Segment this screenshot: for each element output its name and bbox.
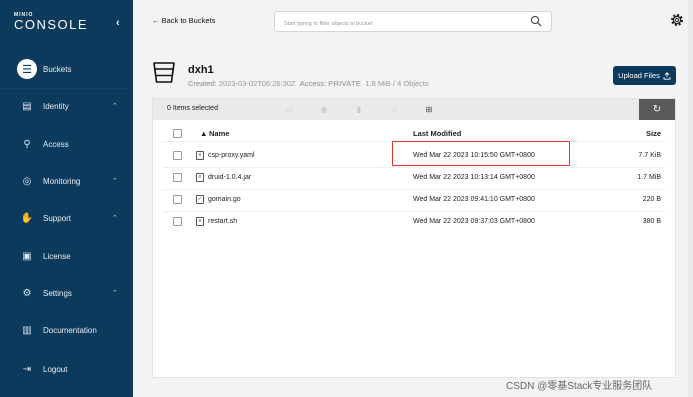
table-row[interactable]: ≡ druid-1.0.4.jar Wed Mar 22 2023 10:13:… — [153, 167, 675, 189]
sidebar-item-label: License — [43, 251, 71, 261]
bucket-icon: ☰ — [17, 59, 37, 79]
table-row[interactable]: ≡ restart.sh Wed Mar 22 2023 09:37:03 GM… — [153, 211, 675, 233]
file-last-modified: Wed Mar 22 2023 09:37:03 GMT+0800 — [413, 218, 535, 225]
sidebar-item-support[interactable]: ✋ Support ⌃ — [0, 203, 133, 233]
bucket-name: dxh1 — [188, 64, 214, 76]
row-checkbox[interactable] — [173, 217, 182, 226]
bucket-meta: Created: 2023-03-02T06:26:30Z Access: PR… — [188, 79, 429, 88]
sidebar-item-settings[interactable]: ⚙ Settings ⌃ — [0, 278, 133, 308]
access-label: Access: — [299, 79, 327, 88]
created-label: Created: — [188, 79, 217, 88]
logo-console-text: CONSOLE — [14, 17, 89, 32]
chevron-up-icon: ⌃ — [112, 178, 118, 185]
sidebar-item-documentation[interactable]: ▥ Documentation — [0, 315, 133, 345]
sidebar-item-buckets[interactable]: ☰ Buckets — [0, 54, 133, 84]
file-name: restart.sh — [208, 218, 238, 225]
preview-icon[interactable]: ◉ — [318, 103, 330, 115]
collapse-sidebar-icon[interactable]: ‹ — [116, 17, 120, 29]
file-name: gomain.go — [208, 196, 241, 203]
search-icon[interactable] — [530, 15, 542, 27]
file-icon: ≡ — [196, 217, 204, 226]
selected-count: 0 Items selected — [167, 105, 218, 112]
minio-console-logo[interactable]: MINIO CONSOLE — [14, 12, 88, 32]
versions-icon[interactable]: ◇ — [389, 103, 401, 115]
file-icon: ≡ — [196, 151, 204, 160]
object-search-box — [274, 11, 552, 34]
upload-files-label: Upload Files — [618, 71, 660, 80]
column-header-size[interactable]: Size — [646, 129, 661, 138]
chevron-up-icon: ⌃ — [112, 215, 118, 222]
row-checkbox[interactable] — [173, 195, 182, 204]
back-to-buckets-link[interactable]: ← Back to Buckets — [152, 16, 215, 25]
file-last-modified: Wed Mar 22 2023 10:13:14 GMT+0800 — [413, 174, 535, 181]
settings-icon: ⚙ — [22, 287, 32, 299]
row-checkbox[interactable] — [173, 173, 182, 182]
sidebar-item-license[interactable]: ▣ License — [0, 241, 133, 271]
file-name: csp-proxy.yaml — [208, 152, 255, 159]
bucket-icon — [153, 62, 175, 83]
file-size: 7.7 KiB — [638, 152, 661, 159]
identity-icon: ▤ — [22, 100, 32, 112]
access-icon: ⚲ — [23, 138, 31, 150]
objects-toolbar: 0 Items selected ⫶ ▭ ◉ ▮ ◇ ⊞ ↻ — [153, 99, 675, 120]
sidebar-item-label: Logout — [43, 364, 68, 374]
bucket-summary: 1.8 MiB / 4 Objects — [365, 79, 429, 88]
gear-icon[interactable] — [669, 12, 685, 28]
sidebar-item-label: Support — [43, 213, 72, 223]
column-header-last-modified[interactable]: Last Modified — [413, 129, 461, 138]
table-row[interactable]: ✓ gomain.go Wed Mar 22 2023 09:41:10 GMT… — [153, 189, 675, 211]
upload-icon — [663, 71, 671, 80]
file-name: druid-1.0.4.jar — [208, 174, 252, 181]
file-size: 220 B — [642, 196, 661, 203]
sidebar-item-monitoring[interactable]: ◎ Monitoring ⌃ — [0, 166, 133, 196]
license-icon: ▣ — [22, 250, 32, 262]
column-header-name[interactable]: Name — [209, 129, 229, 138]
access-value: PRIVATE — [328, 79, 362, 88]
file-icon: ✓ — [196, 195, 204, 204]
sidebar-item-logout[interactable]: ⇥ Logout — [0, 354, 133, 384]
support-icon: ✋ — [20, 212, 34, 224]
created-value: 2023-03-02T06:26:30Z — [218, 79, 296, 88]
select-all-checkbox[interactable] — [173, 129, 182, 138]
file-size: 380 B — [642, 218, 661, 225]
sort-asc-icon[interactable]: ▲ — [200, 129, 207, 138]
chevron-up-icon: ⌃ — [112, 103, 118, 110]
sidebar-divider — [0, 88, 133, 89]
upload-files-button[interactable]: Upload Files — [613, 66, 676, 85]
object-search-input[interactable] — [275, 14, 515, 34]
file-last-modified: Wed Mar 22 2023 09:41:10 GMT+0800 — [413, 196, 535, 203]
logout-icon: ⇥ — [22, 363, 32, 375]
sidebar-item-label: Buckets — [43, 64, 72, 74]
chevron-up-icon: ⌃ — [112, 290, 118, 297]
sidebar-item-label: Monitoring — [43, 176, 81, 186]
watermark: CSDN @零基Stack专业服务团队 — [506, 381, 653, 392]
create-folder-icon[interactable]: ⊞ — [423, 103, 435, 115]
delete-icon[interactable]: ▮ — [353, 103, 365, 115]
monitoring-icon: ◎ — [22, 175, 32, 187]
sidebar: MINIO CONSOLE ‹ ☰ Buckets ▤ Identity ⌃ ⚲… — [0, 0, 133, 397]
sidebar-item-access[interactable]: ⚲ Access — [0, 129, 133, 159]
download-icon[interactable]: ▭ — [283, 103, 295, 115]
sidebar-item-label: Documentation — [43, 325, 97, 335]
sidebar-item-label: Settings — [43, 288, 72, 298]
sidebar-item-label: Identity — [43, 101, 69, 111]
sidebar-item-identity[interactable]: ▤ Identity ⌃ — [0, 91, 133, 121]
documentation-icon: ▥ — [22, 324, 32, 336]
file-size: 1.7 MiB — [637, 174, 661, 181]
share-icon[interactable]: ⫶ — [248, 103, 260, 115]
highlight-annotation-box — [392, 141, 570, 166]
row-checkbox[interactable] — [173, 151, 182, 160]
refresh-button[interactable]: ↻ — [639, 99, 675, 120]
objects-panel: 0 Items selected ⫶ ▭ ◉ ▮ ◇ ⊞ ↻ ▲ Name La… — [152, 98, 676, 378]
file-icon: ≡ — [196, 173, 204, 182]
sidebar-item-label: Access — [43, 139, 69, 149]
page-scrollbar[interactable] — [688, 0, 693, 397]
